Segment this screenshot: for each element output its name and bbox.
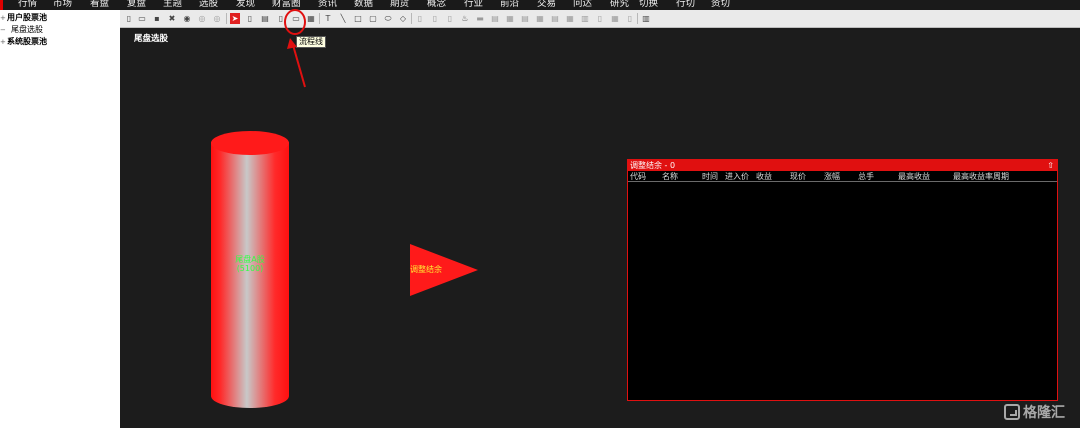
gelonghui-logo-icon [1004, 404, 1020, 420]
watermark-text: 格隆汇 [1023, 405, 1065, 421]
highlight-circle [284, 9, 306, 35]
annotation-arrow-head [287, 38, 297, 49]
annotation-overlay [284, 9, 306, 88]
annotation-arrow-shaft [292, 44, 306, 88]
watermark: 格隆汇 [1004, 402, 1065, 422]
